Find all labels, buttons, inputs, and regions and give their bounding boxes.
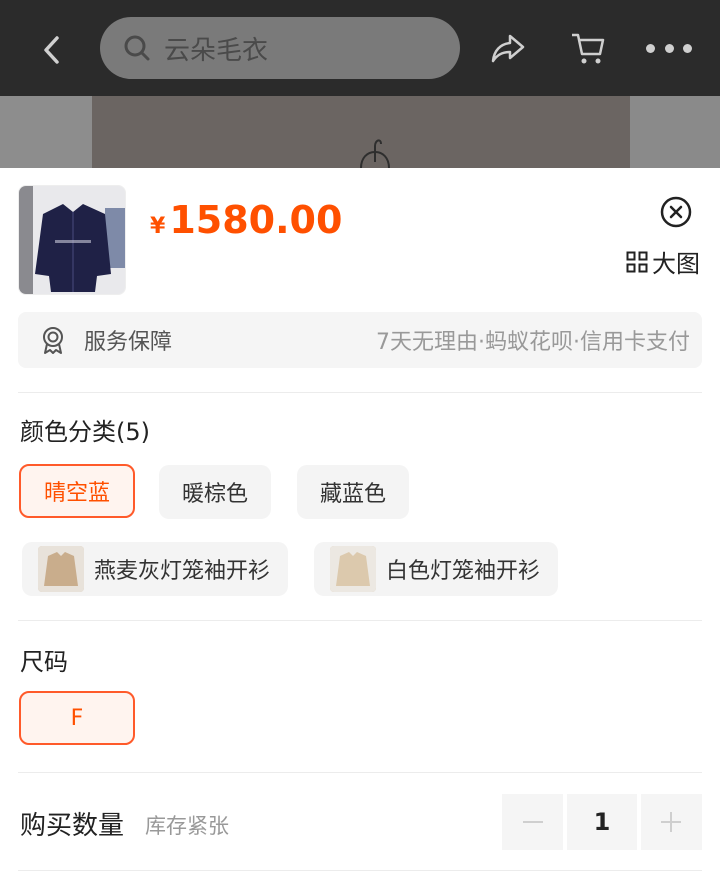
color-option[interactable]: 燕麦灰灯笼袖开衫 [22,542,288,596]
service-detail: 7天无理由·蚂蚁花呗·信用卡支付 [376,330,690,355]
cardigan-image [19,186,125,294]
color-option[interactable]: 暖棕色 [159,465,271,519]
color-option-label: 暖棕色 [181,482,248,507]
sku-selection-sheet: ¥ 1580.00 服务保障 7天无理由·蚂蚁花呗·信用卡支付 颜色分类(5) … [0,168,720,874]
color-option-label: 白色灯笼袖开衫 [386,559,541,584]
divider [18,620,702,621]
search-icon [122,33,152,63]
color-section-title: 颜色分类(5) [20,418,150,446]
quantity-value[interactable]: 1 [567,794,637,850]
color-option[interactable]: 晴空蓝 [19,464,135,518]
more-button[interactable] [646,30,692,66]
search-bar[interactable]: 云朵毛衣 [100,17,460,79]
price-display: ¥ 1580.00 [150,198,342,242]
size-option-label: F [70,705,84,731]
back-button[interactable] [30,28,74,72]
size-section-title: 尺码 [20,648,68,676]
close-icon [660,196,692,228]
top-nav-bar: 云朵毛衣 [0,0,720,96]
dot-icon [664,43,674,53]
quantity-label: 购买数量 [20,811,125,841]
grid-icon [626,251,648,272]
view-large-image-button[interactable]: 大图 [626,244,700,279]
plus-icon [661,812,682,832]
product-image-background [0,96,720,168]
divider [18,392,702,393]
view-large-label: 大图 [652,250,700,278]
color-option[interactable]: 白色灯笼袖开衫 [314,542,558,596]
cart-icon [572,33,605,64]
chevron-left-icon [44,36,59,64]
price-value: 1580.00 [169,198,343,242]
dot-icon [683,43,692,53]
minus-icon [522,821,543,823]
product-thumbnail[interactable] [18,185,126,295]
stock-note: 库存紧张 [145,814,229,838]
currency-symbol: ¥ [150,214,166,239]
color-option[interactable]: 藏蓝色 [297,465,409,519]
share-icon [491,34,525,63]
dot-icon [646,43,655,53]
decrease-button[interactable] [502,794,564,850]
cart-button[interactable] [568,28,608,68]
service-label: 服务保障 [84,330,173,355]
service-guarantee-bar[interactable]: 服务保障 7天无理由·蚂蚁花呗·信用卡支付 [18,312,702,368]
search-text: 云朵毛衣 [164,35,269,66]
share-button[interactable] [488,28,528,68]
divider [18,870,702,871]
white-cardigan-thumbnail [330,546,376,592]
size-option[interactable]: F [19,691,135,745]
divider [18,772,702,773]
hanger-icon [360,139,390,168]
color-option-label: 燕麦灰灯笼袖开衫 [94,559,271,584]
badge-icon [38,325,68,355]
oat-cardigan-thumbnail [38,546,84,592]
color-option-label: 晴空蓝 [43,481,110,506]
increase-button[interactable] [640,794,702,850]
quantity-stepper: 1 [502,794,702,850]
color-option-label: 藏蓝色 [319,482,386,507]
close-button[interactable] [660,196,692,228]
